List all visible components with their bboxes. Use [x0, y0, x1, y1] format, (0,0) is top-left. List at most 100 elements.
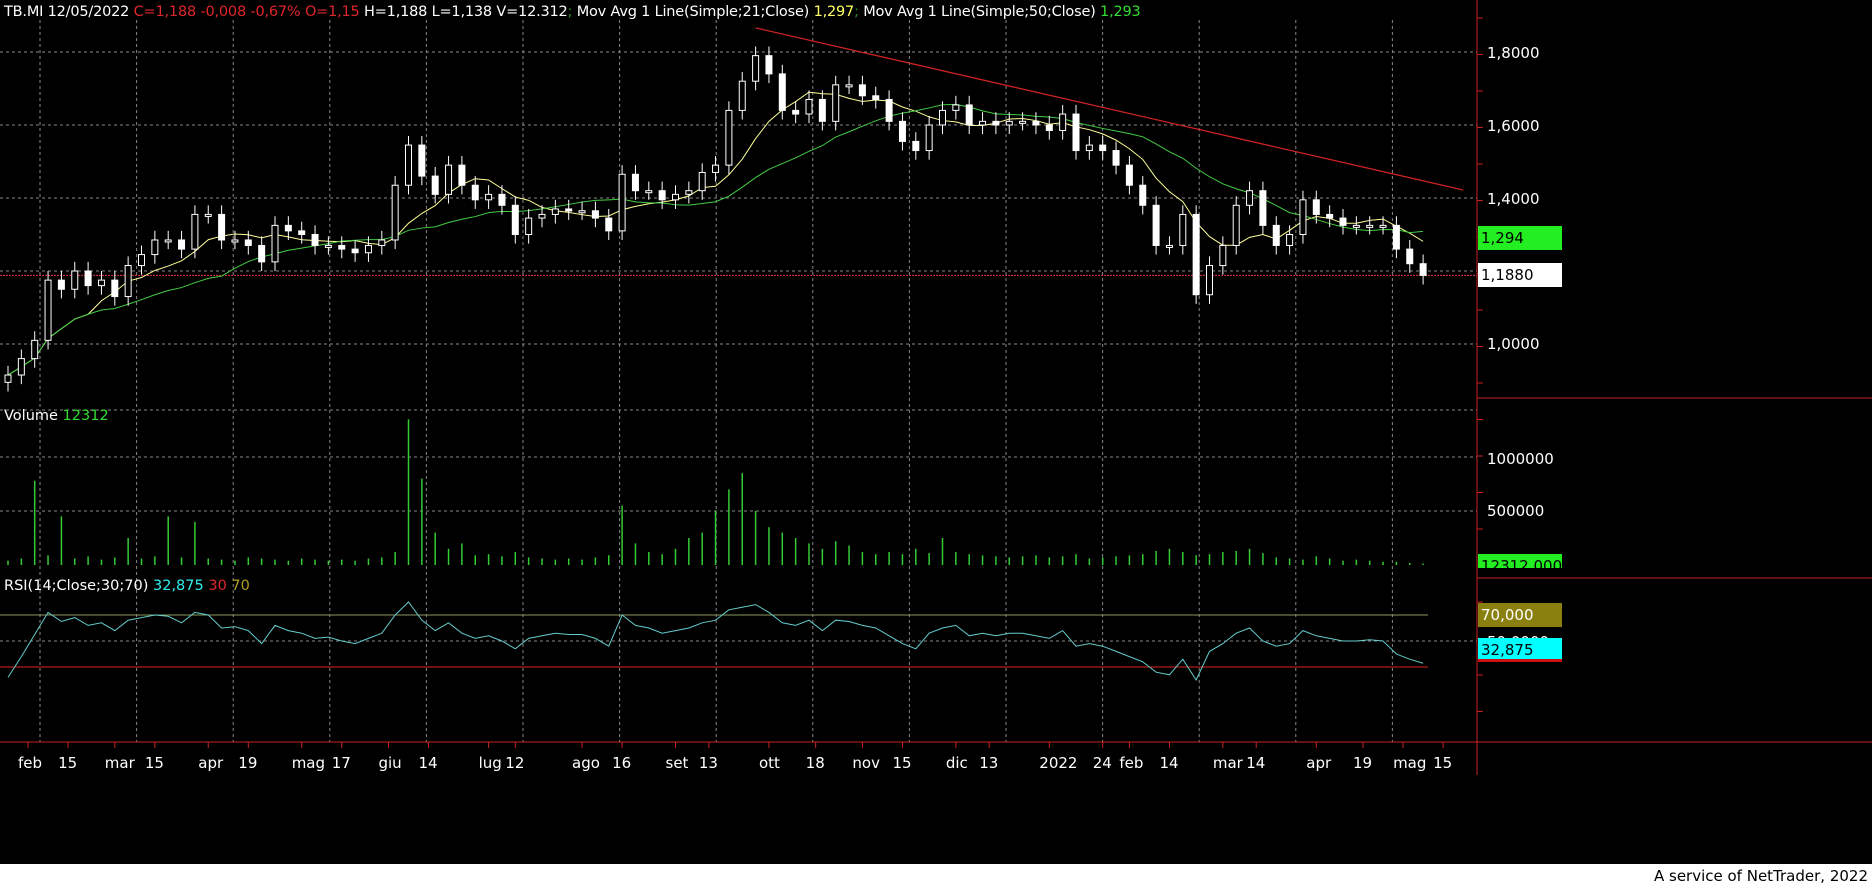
- ma-price-tag: 1,294: [1478, 226, 1562, 250]
- candle-down: [338, 244, 346, 250]
- candle-down: [111, 279, 119, 298]
- x-tick-label: dic: [945, 754, 968, 772]
- candle-down: [818, 98, 826, 122]
- footer-credit: A service of NetTrader, 2022: [1653, 867, 1868, 885]
- candle-up: [1206, 265, 1213, 296]
- candle-up: [124, 265, 132, 298]
- candle-down: [298, 230, 306, 236]
- candle-down: [1259, 190, 1267, 226]
- candle-up: [952, 104, 960, 111]
- candle-down: [1072, 113, 1080, 152]
- candle-up: [231, 239, 239, 243]
- candle-up: [939, 109, 946, 126]
- candle-up: [1085, 144, 1093, 152]
- candle-up: [845, 84, 853, 88]
- candle-up: [391, 184, 399, 241]
- candle-down: [898, 120, 906, 142]
- candle-down: [1406, 248, 1414, 265]
- candle-up: [44, 279, 52, 341]
- x-tick-label: ago: [572, 754, 600, 772]
- candle-down: [84, 270, 92, 287]
- volume-y-tick: 1000000: [1487, 450, 1554, 468]
- candle-up: [538, 213, 546, 219]
- candle-up: [551, 208, 559, 215]
- candle-up: [618, 173, 626, 232]
- volume-panel-label: Volume 12312: [4, 408, 109, 424]
- candle-down: [1272, 224, 1280, 246]
- volume-tag: 12312,000: [1478, 554, 1562, 568]
- candle-down: [1339, 217, 1347, 226]
- candle-down: [765, 55, 773, 75]
- change-value: -0,008: [200, 4, 246, 20]
- candle-down: [57, 279, 65, 290]
- candle-down: [1139, 184, 1147, 206]
- candle-up: [138, 254, 145, 267]
- date: 12/05/2022: [47, 4, 130, 20]
- candle-down: [431, 175, 439, 195]
- candle-up: [1286, 234, 1294, 246]
- x-tick-label: feb: [18, 754, 43, 772]
- candle-down: [1419, 263, 1427, 276]
- footer: A service of NetTrader, 2022: [0, 864, 1872, 888]
- symbol: TB.MI: [4, 4, 44, 20]
- x-tick-label: 18: [805, 754, 825, 772]
- candle-up: [445, 164, 453, 195]
- candle-up: [1366, 224, 1374, 228]
- candle-down: [1032, 120, 1040, 126]
- rsi-panel-label: RSI(14;Close;30;70) 32,875 30 70: [4, 578, 250, 594]
- candle-up: [1299, 199, 1307, 235]
- x-tick-label: 13: [698, 754, 718, 772]
- x-tick-label: apr: [1306, 754, 1332, 772]
- close-value: C=1,188: [133, 4, 197, 20]
- candle-up: [805, 98, 813, 115]
- ma21-label: Mov Avg 1 Line(Simple;21;Close): [576, 4, 810, 20]
- volume-y-tick: 500000: [1487, 502, 1545, 520]
- x-tick-label: mar: [104, 754, 135, 772]
- x-tick-label: 15: [1433, 754, 1453, 772]
- candle-down: [458, 164, 466, 186]
- x-tick-label: mag: [1393, 754, 1427, 772]
- x-tick-label: 17: [331, 754, 351, 772]
- volume-label: Volume: [4, 408, 58, 424]
- candle-up: [525, 217, 533, 235]
- candle-down: [1112, 150, 1120, 166]
- candle-up: [1232, 204, 1240, 246]
- x-tick-label: 14: [1246, 754, 1266, 772]
- candle-down: [1152, 204, 1160, 246]
- ma21-value: 1,297: [813, 4, 855, 20]
- candle-up: [1019, 120, 1027, 124]
- candle-up: [485, 193, 493, 201]
- x-tick-label: 19: [238, 754, 258, 772]
- candle-up: [578, 210, 586, 214]
- y-tick: 1,0000: [1487, 335, 1540, 353]
- separator: ;: [854, 4, 859, 20]
- candle-down: [605, 217, 613, 232]
- x-tick-label: ott: [758, 754, 780, 772]
- x-tick-label: 13: [979, 754, 999, 772]
- candle-up: [752, 55, 760, 82]
- x-tick-label: apr: [198, 754, 224, 772]
- candle-up: [31, 339, 39, 360]
- candle-down: [1125, 164, 1133, 186]
- candle-up: [378, 239, 386, 246]
- candle-up: [979, 120, 987, 126]
- candle-down: [498, 193, 506, 206]
- x-tick-label: mag: [291, 754, 326, 772]
- candle-up: [698, 171, 706, 192]
- x-tick-label: mar: [1212, 754, 1243, 772]
- x-tick-label: 12: [505, 754, 525, 772]
- x-tick-label: 24: [1092, 754, 1112, 772]
- x-tick-label: 15: [58, 754, 78, 772]
- volume-value: V=12.312: [496, 4, 568, 20]
- volume-bars: [7, 419, 1424, 565]
- y-tick: 1,4000: [1487, 190, 1540, 208]
- candle-up: [17, 358, 25, 376]
- candle-up: [1379, 224, 1387, 228]
- x-tick-label: lug: [478, 754, 502, 772]
- candle-down: [631, 173, 639, 192]
- change-pct: -0,67%: [250, 4, 301, 20]
- candle-up: [191, 213, 199, 250]
- rsi-high-level: 70: [231, 578, 250, 594]
- last-price-tag: 1,1880: [1478, 263, 1562, 287]
- x-tick-label: 14: [418, 754, 438, 772]
